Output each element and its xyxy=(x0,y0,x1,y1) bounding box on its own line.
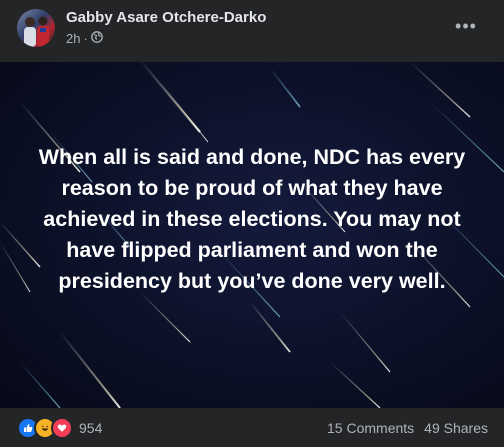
post-footer: 954 15 Comments 49 Shares xyxy=(0,408,504,447)
post-background: When all is said and done, NDC has every… xyxy=(0,62,504,408)
comments-count-link[interactable]: 15 Comments xyxy=(327,420,414,436)
globe-icon xyxy=(90,30,103,46)
reactions-summary[interactable]: 954 xyxy=(17,417,103,439)
post-time[interactable]: 2h xyxy=(66,31,80,46)
author-name[interactable]: Gabby Asare Otchere-Darko xyxy=(66,9,266,26)
love-reaction-icon xyxy=(51,417,73,439)
author-avatar[interactable] xyxy=(17,9,55,47)
reaction-count: 954 xyxy=(79,420,103,436)
shares-count-link[interactable]: 49 Shares xyxy=(424,420,488,436)
more-options-icon[interactable]: ••• xyxy=(452,12,480,40)
post-stats: 15 Comments 49 Shares xyxy=(327,420,488,436)
post-text: When all is said and done, NDC has every… xyxy=(38,145,466,293)
post-header: Gabby Asare Otchere-Darko 2h · ••• xyxy=(0,0,504,62)
post-meta: 2h · xyxy=(66,30,103,46)
meta-separator: · xyxy=(83,30,88,46)
